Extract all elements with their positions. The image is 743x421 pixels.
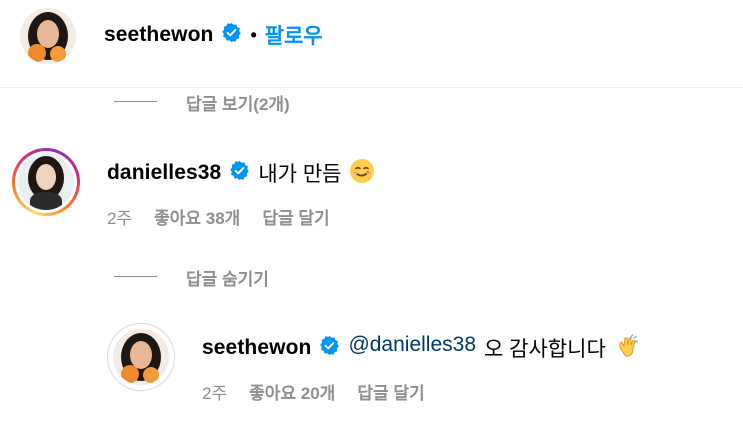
header-avatar[interactable] — [20, 8, 76, 64]
view-replies-button[interactable]: 답글 보기(2개) — [186, 90, 290, 115]
clapping-hands-icon — [614, 332, 642, 365]
reply-row: seethewon @danielles38 오 감사합니다 — [202, 333, 642, 363]
comment-likes[interactable]: 좋아요 38개 — [154, 204, 240, 229]
hide-replies-button[interactable]: 답글 숨기기 — [186, 265, 269, 290]
reply-likes[interactable]: 좋아요 20개 — [249, 379, 335, 404]
reply-text: 오 감사합니다 — [484, 338, 606, 361]
reply-avatar[interactable] — [107, 323, 175, 391]
comment-text: 내가 만듬 — [258, 163, 342, 186]
comment-avatar[interactable] — [12, 148, 80, 216]
comment-row: danielles38 내가 만듬 — [107, 158, 375, 188]
mention-link[interactable]: @danielles38 — [348, 333, 476, 363]
follow-button[interactable]: 팔로우 — [265, 20, 323, 50]
reply-body: @danielles38 오 감사합니다 — [348, 333, 605, 363]
reply-reply-button[interactable]: 답글 달기 — [357, 379, 424, 404]
verified-badge-icon — [229, 160, 250, 186]
comment-reply-button[interactable]: 답글 달기 — [262, 204, 329, 229]
reply-meta: 2주 좋아요 20개 답글 달기 — [202, 379, 425, 404]
separator-dot: • — [250, 24, 257, 45]
comment-meta: 2주 좋아요 38개 답글 달기 — [107, 204, 330, 229]
reply-time[interactable]: 2주 — [202, 379, 227, 404]
comment-time[interactable]: 2주 — [107, 204, 132, 229]
verified-badge-icon — [319, 335, 340, 361]
thread-line — [114, 101, 157, 102]
smirk-face-icon — [349, 158, 375, 189]
header-username[interactable]: seethewon — [104, 23, 213, 47]
header-divider — [0, 87, 743, 88]
comment-username[interactable]: danielles38 — [107, 161, 221, 185]
reply-username[interactable]: seethewon — [202, 336, 311, 360]
header-user-row: seethewon • 팔로우 — [104, 20, 323, 50]
thread-line — [114, 276, 157, 277]
verified-badge-icon — [221, 22, 242, 48]
